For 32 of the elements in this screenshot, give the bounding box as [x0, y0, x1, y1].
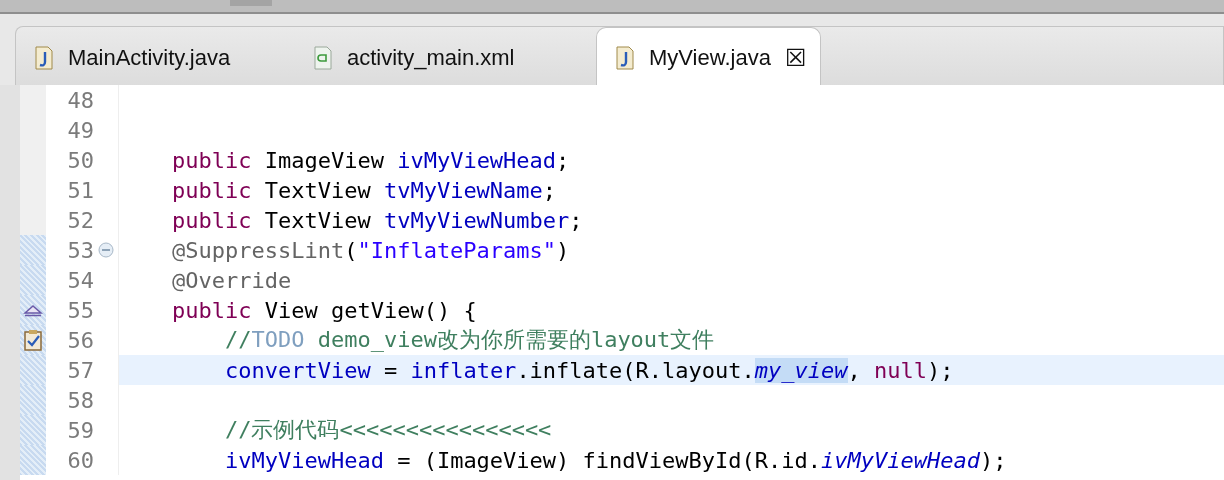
line-number: 49	[66, 117, 94, 143]
override-triangle-icon	[23, 303, 43, 317]
editor-tab[interactable]: activity_main.xml	[291, 29, 596, 87]
code-line: convertView = inflater.inflate(R.layout.my_view, null);	[224, 357, 954, 383]
code-line: //TODO demo_view改为你所需要的layout文件	[224, 326, 715, 354]
line-number: 48	[66, 87, 94, 113]
line-number: 51	[66, 177, 94, 203]
code-line: public TextView tvMyViewNumber;	[171, 207, 583, 233]
line-number: 59	[66, 417, 94, 443]
line-number: 58	[66, 387, 94, 413]
code-line: public View getView() {	[171, 297, 477, 323]
line-number: 50	[66, 147, 94, 173]
line-number: 57	[66, 357, 94, 383]
collapse-icon[interactable]	[98, 242, 114, 258]
editor-tab[interactable]: MyView.java ☒	[596, 27, 822, 87]
line-number: 53	[66, 237, 94, 263]
code-line: @SuppressLint("InflateParams")	[171, 237, 570, 263]
java-file-icon	[615, 45, 635, 70]
line-number: 55	[66, 297, 94, 323]
editor-tab[interactable]: MainActivity.java	[16, 29, 291, 87]
line-number: 56	[66, 327, 94, 353]
code-line: ivMyViewHead = (ImageView) findViewById(R.id.ivMyViewHead);	[224, 447, 1007, 473]
code-line: //示例代码<<<<<<<<<<<<<<<<	[224, 416, 552, 444]
xml-file-icon	[313, 46, 333, 70]
code-line: public ImageView ivMyViewHead;	[171, 147, 570, 173]
code-line: @Override	[171, 267, 292, 293]
close-icon[interactable]: ☒	[784, 43, 807, 72]
line-number: 60	[66, 447, 94, 473]
code-line: public TextView tvMyViewName;	[171, 177, 557, 203]
line-number: 54	[66, 267, 94, 293]
java-file-icon	[34, 46, 54, 70]
line-number: 52	[66, 207, 94, 233]
